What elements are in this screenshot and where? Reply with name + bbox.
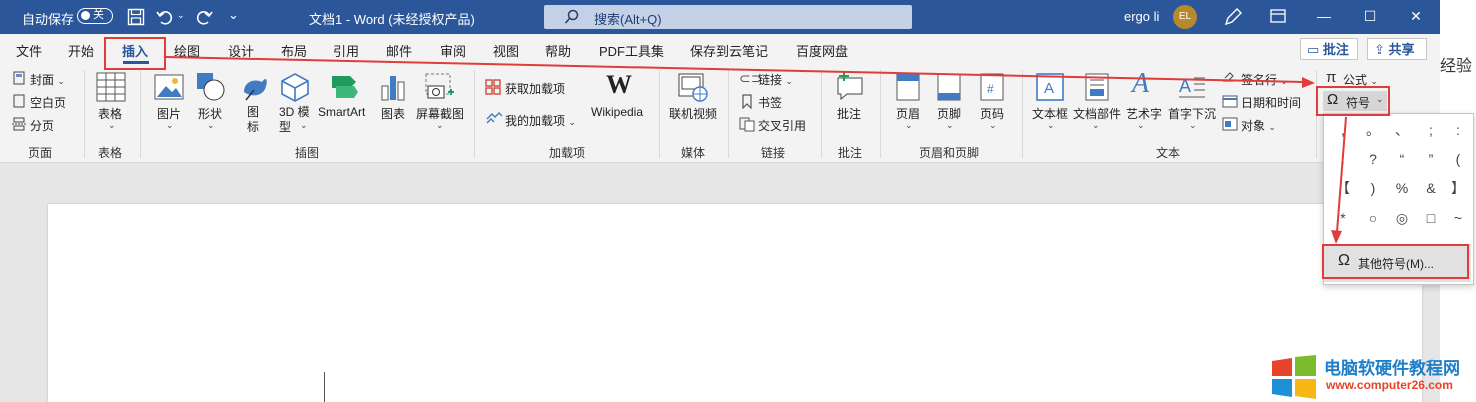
annotation-arrowhead xyxy=(1302,77,1315,88)
watermark: 电脑软硬件教程网 www.computer26.com xyxy=(1270,351,1476,402)
annotation-arrow xyxy=(1336,116,1347,233)
windows-logo-icon xyxy=(1272,355,1316,399)
watermark-url: www.computer26.com xyxy=(1326,378,1453,392)
annotation-arrowhead xyxy=(1331,230,1342,244)
annotation-arrows xyxy=(165,56,1347,244)
watermark-title: 电脑软硬件教程网 xyxy=(1324,359,1460,378)
annotation-arrow xyxy=(165,56,1304,83)
